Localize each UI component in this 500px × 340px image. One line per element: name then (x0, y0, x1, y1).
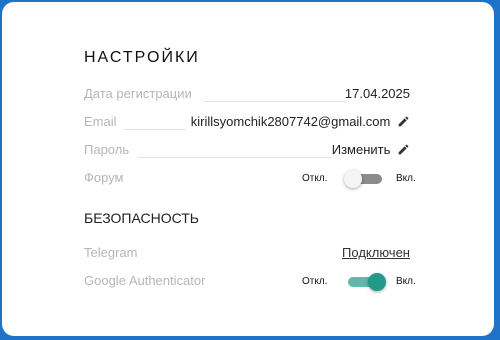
telegram-status-link[interactable]: Подключен (342, 245, 410, 260)
ga-on-label: Вкл. (396, 276, 416, 287)
settings-card: НАСТРОЙКИ Дата регистрации 17.04.2025 Em… (2, 2, 494, 336)
registration-date-divider (204, 101, 346, 102)
google-authenticator-label: Google Authenticator (84, 273, 206, 288)
ga-off-label: Откл. (302, 276, 328, 287)
change-password-button[interactable]: Изменить (332, 142, 410, 157)
forum-label: Форум (84, 170, 124, 185)
pencil-icon (398, 144, 409, 155)
forum-on-label: Вкл. (396, 173, 416, 184)
registration-date-label: Дата регистрации (84, 86, 192, 101)
forum-off-label: Откл. (302, 173, 328, 184)
password-divider (138, 157, 332, 158)
email-divider (124, 129, 186, 130)
google-authenticator-toggle[interactable] (348, 273, 386, 291)
pencil-icon[interactable] (397, 115, 410, 128)
telegram-label: Telegram (84, 245, 138, 260)
email-label: Email (84, 114, 117, 129)
email-field[interactable]: kirillsyomchik2807742@gmail.com (191, 114, 410, 129)
forum-toggle[interactable] (344, 170, 382, 188)
security-title: БЕЗОПАСНОСТЬ (84, 210, 199, 226)
settings-title: НАСТРОЙКИ (84, 49, 200, 66)
email-value: kirillsyomchik2807742@gmail.com (190, 114, 391, 129)
change-password-label: Изменить (331, 142, 391, 157)
toggle-knob (344, 170, 362, 188)
toggle-knob (368, 273, 386, 291)
password-label: Пароль (84, 142, 130, 157)
registration-date-value: 17.04.2025 (344, 86, 410, 101)
